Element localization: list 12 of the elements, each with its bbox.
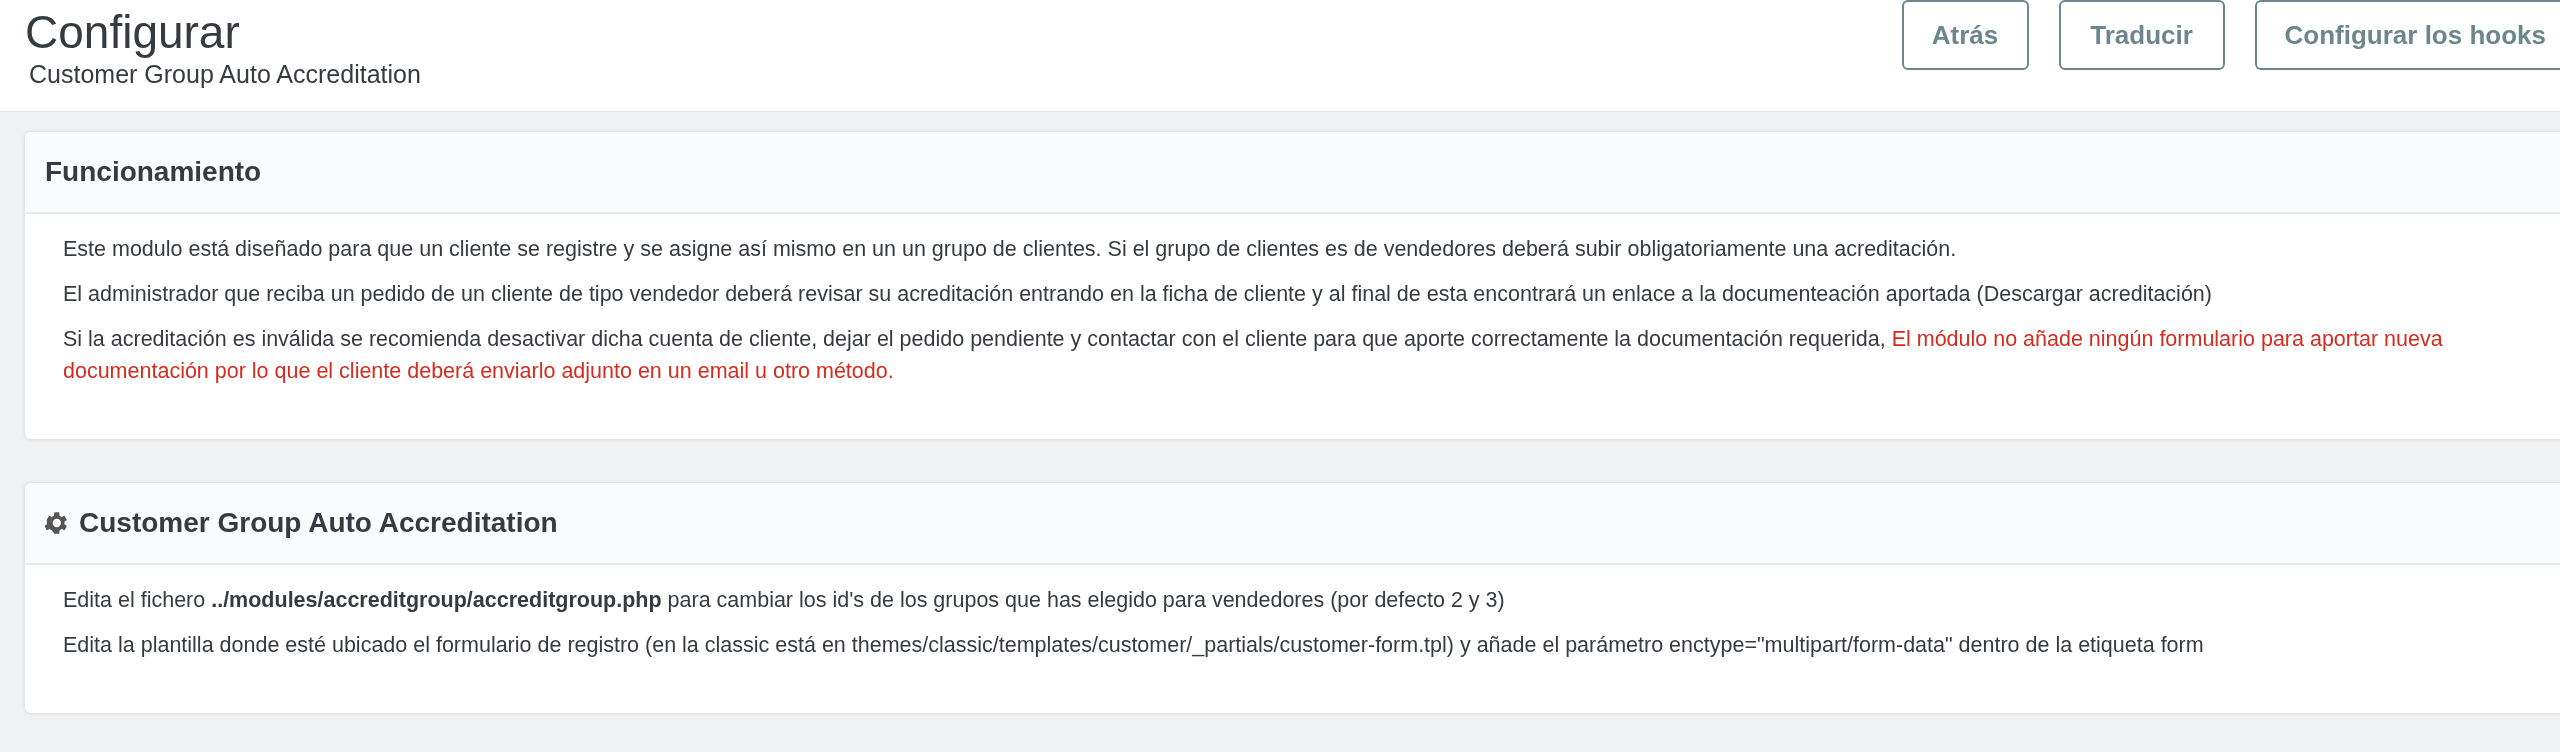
toolbar-button[interactable]: Configurar los hooks	[2254, 0, 2560, 70]
paragraph: Este modulo está diseñado para que un cliente se registre y se asigne así mismo en un un grupo de clientes. Si el grupo de clientes es de vendedores deberá subir obligatoriamente una acreditación.	[63, 236, 1958, 263]
panel-title: Funcionamiento	[45, 156, 262, 188]
paragraph: Edita el fichero ../modules/accreditgroup/accreditgroup.php para cambiar los id's de los grupos que has elegido para vendedores (por defecto 2 y 3)	[63, 586, 1506, 614]
toolbar-button[interactable]: Atrás	[1901, 0, 2029, 70]
paragraph: Si la acreditación es inválida se recomienda desactivar dicha cuenta de cliente, dejar el pedido pendiente y contactar con el cliente para que aporte correctamente la documentación requerida, El módulo no añade ningún formulario para aportar nueva documentación por lo que el cliente deberá enviarlo adjunto en un email u otro método.	[63, 326, 2444, 385]
paragraph: El administrador que reciba un pedido de un cliente de tipo vendedor deberá revisar su acreditación entrando en la ficha de cliente y al final de esta encontrará un enlace a la documenteación aportada (Descargar acreditación)	[63, 281, 2213, 309]
toolbar-button[interactable]: Traducir	[2058, 0, 2225, 70]
paragraph: Edita la plantilla donde esté ubicado el formulario de registro (en la classic está en themes/classic/templates/customer/_partials/customer-form.tpl) y añade el parámetro enctype="multipart/form-data" dentro de la etiqueta form	[63, 631, 2205, 659]
panel-title: Customer Group Auto Accreditation	[79, 506, 558, 539]
page-subtitle: Customer Group Auto Accreditation	[29, 58, 421, 89]
page-title: Configurar	[25, 6, 241, 59]
